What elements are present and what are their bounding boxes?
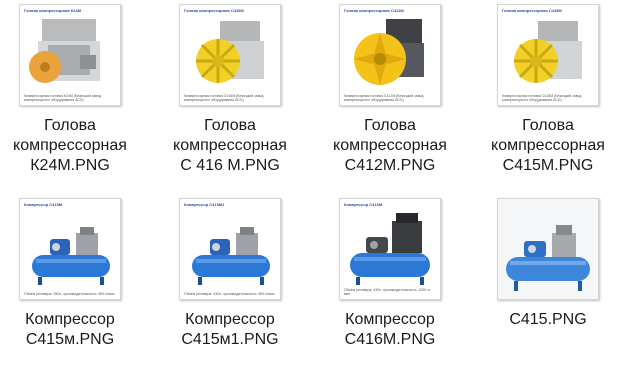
file-name: Компрессор С415м1.PNG [181, 311, 279, 348]
file-item[interactable]: Голова компрессорная С415М Компрессорная… [478, 4, 617, 176]
file-item[interactable]: Голова компрессорная К24М Компрессорная … [0, 4, 140, 176]
file-thumbnail [497, 198, 599, 300]
file-thumbnail: Голова компрессорная К24М Компрессорная … [19, 4, 121, 106]
compressor-head-yellow-fan-icon [354, 19, 424, 85]
compressor-blue-tank-icon [192, 227, 270, 285]
thumbnail-caption: Объём ресивера: 430л; производительность… [184, 292, 275, 296]
file-thumbnail: Компрессор С415М1 Объём ресивера: 430л; … [179, 198, 281, 300]
compressor-head-yellow-icon [514, 21, 582, 83]
thumbnail-caption: Объём ресивера: 430л; производительность… [344, 288, 431, 296]
file-item[interactable]: Компрессор С415М1 Объём ресивера: 430л; … [160, 198, 300, 350]
file-thumbnail: Голова компрессорная С416М Компрессорная… [179, 4, 281, 106]
compressor-head-yellow-icon [196, 21, 264, 83]
thumbnail-caption: Компрессорная головка К24М (Бежецкий зав… [24, 94, 102, 102]
file-name: Голова компрессорная С 416 М.PNG [173, 117, 287, 174]
file-thumbnail: Компрессор С415М Объём ресивера: 250л; п… [19, 198, 121, 300]
file-item[interactable]: Голова компрессорная С412М Компрессорная… [320, 4, 460, 176]
thumbnail-caption: Компрессорная головка С415М (Бежецкий за… [502, 94, 582, 102]
compressor-blue-tank-icon [32, 227, 110, 285]
compressor-blue-tank-photo-icon [498, 199, 598, 299]
file-name: Голова компрессорная С415М.PNG [491, 117, 605, 174]
file-thumbnail: Компрессор С416М Объём ресивера: 430л; п… [339, 198, 441, 300]
file-item[interactable]: С415.PNG [478, 198, 617, 330]
file-item[interactable]: Компрессор С415М Объём ресивера: 250л; п… [0, 198, 140, 350]
file-thumbnail: Голова компрессорная С415М Компрессорная… [497, 4, 599, 106]
file-name: С415.PNG [509, 311, 587, 328]
file-thumbnail: Голова компрессорная С412М Компрессорная… [339, 4, 441, 106]
file-name: Компрессор С415м.PNG [25, 311, 115, 348]
thumbnail-caption: Компрессорная головка С416М (Бежецкий за… [184, 94, 264, 102]
file-item[interactable]: Голова компрессорная С416М Компрессорная… [160, 4, 300, 176]
file-name: Голова компрессорная К24М.PNG [13, 117, 127, 174]
compressor-blue-tank-dark-icon [350, 213, 430, 285]
compressor-head-grey-icon [29, 19, 100, 83]
thumbnail-caption: Компрессорная головка С412М (Бежецкий за… [344, 94, 424, 102]
file-item[interactable]: Компрессор С416М Объём ресивера: 430л; п… [320, 198, 460, 350]
file-name: Компрессор С416М.PNG [344, 311, 436, 348]
thumbnail-caption: Объём ресивера: 250л; производительность… [24, 292, 115, 296]
file-name: Голова компрессорная С412М.PNG [333, 117, 447, 174]
